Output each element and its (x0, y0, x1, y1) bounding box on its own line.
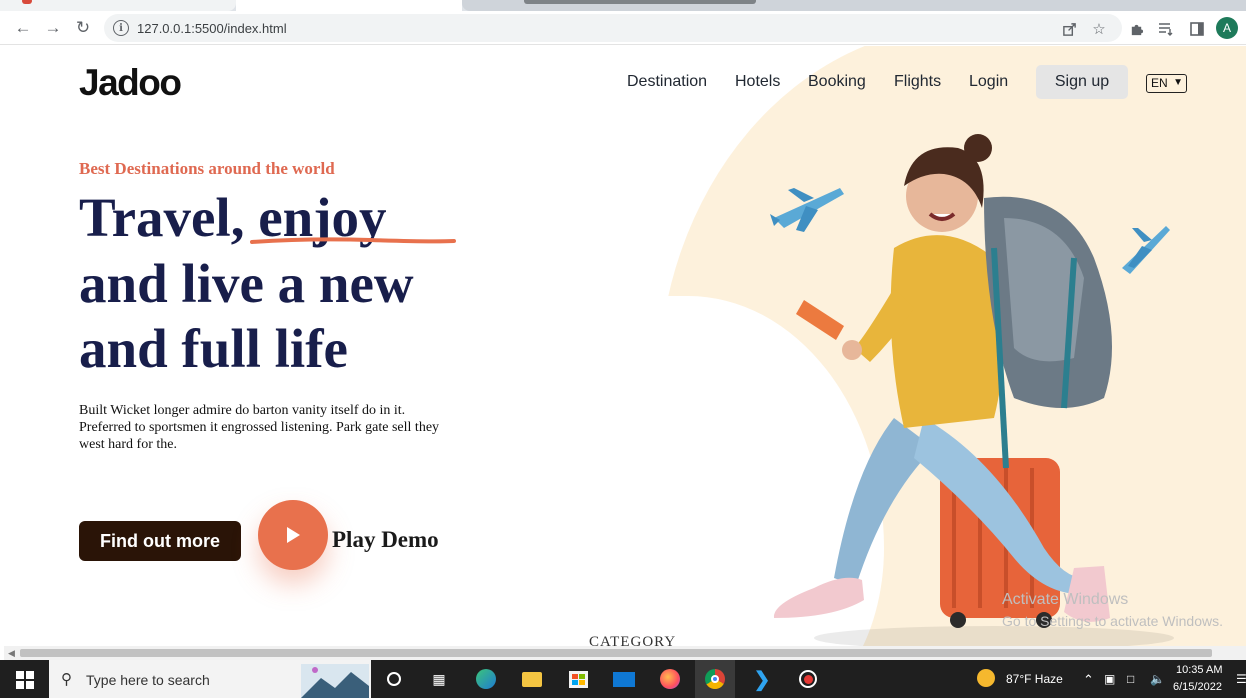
meet-now-icon[interactable]: ▣ (1104, 672, 1115, 686)
horizontal-scrollbar[interactable]: ◀ (4, 646, 1246, 660)
network-icon[interactable]: □ (1127, 672, 1134, 686)
forward-arrow-icon[interactable]: → (41, 16, 65, 40)
bookmark-star-icon[interactable]: ☆ (1090, 20, 1108, 38)
back-arrow-icon[interactable]: ← (11, 16, 35, 40)
browser-tab[interactable] (0, 0, 236, 11)
extensions-puzzle-icon[interactable] (1127, 20, 1145, 38)
reading-list-icon[interactable] (1157, 20, 1175, 38)
headline-word-travel: Travel, (79, 187, 245, 248)
browser-toolbar: ← → ↻ i 127.0.0.1:5500/index.html ☆ A (0, 11, 1246, 45)
scrollbar-thumb[interactable] (20, 649, 1212, 657)
signup-button[interactable]: Sign up (1036, 65, 1128, 99)
cortana-icon[interactable] (382, 667, 406, 691)
task-view-icon[interactable]: ▦ (427, 667, 451, 691)
search-highlight-image (301, 664, 369, 698)
page-viewport: Jadoo Destination Hotels Booking Flights… (4, 46, 1246, 646)
browser-tab[interactable] (462, 0, 1246, 11)
traveler-illustration (770, 134, 1174, 646)
vscode-icon[interactable]: ❯ (750, 667, 774, 691)
tab-title-obscured (524, 0, 756, 4)
mail-icon[interactable] (612, 667, 636, 691)
hero-description: Built Wicket longer admire do barton van… (79, 403, 440, 452)
tray-chevron-up-icon[interactable]: ⌃ (1083, 672, 1094, 688)
clock-date[interactable]: 6/15/2022 (1173, 681, 1222, 693)
site-info-icon[interactable]: i (113, 20, 129, 36)
activate-windows-subtitle: Go to Settings to activate Windows. (1002, 613, 1223, 629)
enjoy-underline-decoration (250, 237, 456, 244)
weather-text[interactable]: 87°F Haze (1006, 672, 1063, 686)
side-panel-icon[interactable] (1188, 20, 1206, 38)
activate-windows-title: Activate Windows (1002, 591, 1129, 608)
url-text: 127.0.0.1:5500/index.html (137, 21, 287, 36)
tab-strip (0, 0, 1246, 11)
scroll-left-arrow-icon[interactable]: ◀ (8, 648, 15, 659)
browser-tab-active[interactable] (236, 0, 462, 11)
address-bar[interactable]: i 127.0.0.1:5500/index.html ☆ (104, 14, 1122, 42)
store-icon[interactable] (566, 667, 590, 691)
language-select[interactable]: EN ▼ (1146, 74, 1187, 93)
section-category-heading: CATEGORY (589, 634, 677, 646)
profile-avatar[interactable]: A (1216, 17, 1238, 39)
weather-sun-icon[interactable] (974, 666, 998, 690)
volume-icon[interactable]: 🔈 (1150, 672, 1165, 686)
taskbar-search-box[interactable]: ⚲ Type here to search (49, 660, 371, 698)
nav-booking[interactable]: Booking (808, 73, 866, 91)
airplane-right-icon (1122, 226, 1170, 274)
chrome-icon[interactable] (703, 667, 727, 691)
find-out-more-button[interactable]: Find out more (79, 521, 241, 561)
chevron-down-icon: ▼ (1173, 77, 1183, 88)
file-explorer-icon[interactable] (520, 667, 544, 691)
play-demo-label[interactable]: Play Demo (332, 527, 439, 553)
clock-time[interactable]: 10:35 AM (1176, 664, 1222, 676)
tab-favicon (22, 0, 32, 4)
reload-icon[interactable]: ↻ (71, 16, 95, 40)
windows-start-icon[interactable] (16, 671, 34, 689)
language-value: EN (1151, 76, 1168, 90)
screen-recorder-icon[interactable] (796, 667, 820, 691)
airplane-left-icon (770, 188, 844, 232)
site-logo[interactable]: Jadoo (79, 62, 182, 104)
firefox-icon[interactable] (658, 667, 682, 691)
notifications-icon[interactable]: ☰ (1236, 672, 1246, 686)
share-icon[interactable] (1060, 20, 1078, 38)
hero-headline-line2: and live a new (79, 253, 414, 314)
edge-browser-icon[interactable] (474, 667, 498, 691)
hero-eyebrow: Best Destinations around the world (79, 159, 335, 178)
taskbar-search-placeholder: Type here to search (86, 672, 210, 688)
nav-login[interactable]: Login (969, 73, 1008, 91)
play-demo-button[interactable] (258, 500, 328, 570)
search-icon: ⚲ (61, 671, 72, 688)
nav-destination[interactable]: Destination (627, 73, 707, 91)
windows-taskbar: ⚲ Type here to search ▦ ❯ 87°F Haze ⌃ ▣ … (0, 660, 1246, 698)
nav-hotels[interactable]: Hotels (735, 73, 780, 91)
play-icon (287, 527, 300, 543)
hero-headline-line3: and full life (79, 318, 348, 379)
nav-flights[interactable]: Flights (894, 73, 941, 91)
